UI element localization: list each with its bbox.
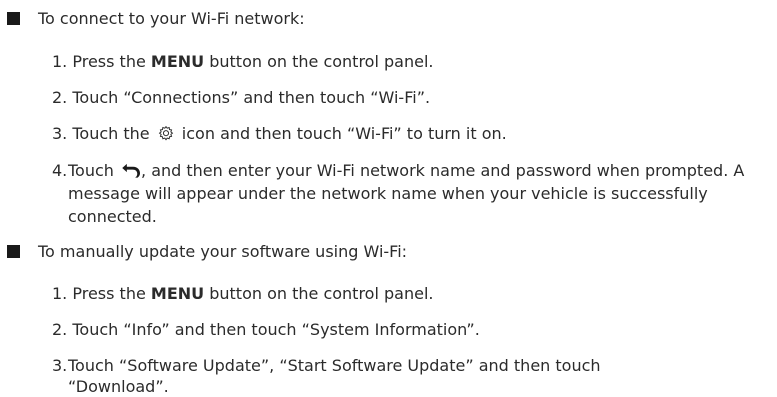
document: To connect to your Wi-Fi network: 1. Pre… (0, 0, 777, 397)
step-number: 4. (52, 161, 68, 180)
step-text: Touch “Software Update”, “Start Software… (68, 356, 601, 396)
step-number: 2. (52, 88, 68, 107)
square-bullet-icon (7, 12, 20, 25)
menu-label: MENU (150, 52, 205, 71)
step-text-pre: Touch the (72, 124, 155, 143)
step-number: 3. (52, 356, 68, 375)
step-number: 1. (52, 284, 68, 303)
section-heading: To manually update your software using W… (38, 241, 408, 261)
step-text-post: icon and then touch “Wi-Fi” to turn it o… (176, 124, 507, 143)
bullet-heading-connect: To connect to your Wi-Fi network: (0, 2, 777, 35)
step-text-pre: Press the (72, 284, 151, 303)
section-connect-wifi: To connect to your Wi-Fi network: (0, 2, 777, 35)
step-number: 2. (52, 320, 68, 339)
step-2-2: 2. Touch “Info” and then touch “System I… (52, 319, 480, 341)
section-heading: To connect to your Wi-Fi network: (38, 8, 305, 28)
step-text-post: button on the control panel. (204, 284, 434, 303)
step-1-1: 1. Press the MENU button on the control … (52, 51, 433, 73)
step-number: 3. (52, 124, 68, 143)
bullet-heading-update: To manually update your software using W… (0, 235, 777, 268)
step-text-post: button on the control panel. (204, 52, 434, 71)
step-text-pre: Press the (72, 52, 151, 71)
step-1-4: 4. Touch , and then enter your Wi-Fi net… (52, 159, 762, 228)
step-1-2: 2. Touch “Connections” and then touch “W… (52, 87, 430, 109)
step-text: Touch “Info” and then touch “System Info… (72, 320, 480, 339)
step-2-3: 3. Touch “Software Update”, “Start Softw… (52, 355, 612, 397)
back-arrow-icon (122, 163, 141, 178)
square-bullet-icon (7, 245, 20, 258)
step-2-1: 1. Press the MENU button on the control … (52, 283, 433, 305)
section-update-software: To manually update your software using W… (0, 235, 777, 268)
step-text: Touch “Connections” and then touch “Wi-F… (72, 88, 431, 107)
step-1-3: 3. Touch the icon and then touch “Wi-Fi”… (52, 123, 507, 145)
step-number: 1. (52, 52, 68, 71)
step-text-post: , and then enter your Wi-Fi network name… (68, 161, 745, 226)
menu-label: MENU (150, 284, 205, 303)
gear-icon (158, 125, 173, 141)
step-text-pre: Touch (68, 161, 120, 180)
